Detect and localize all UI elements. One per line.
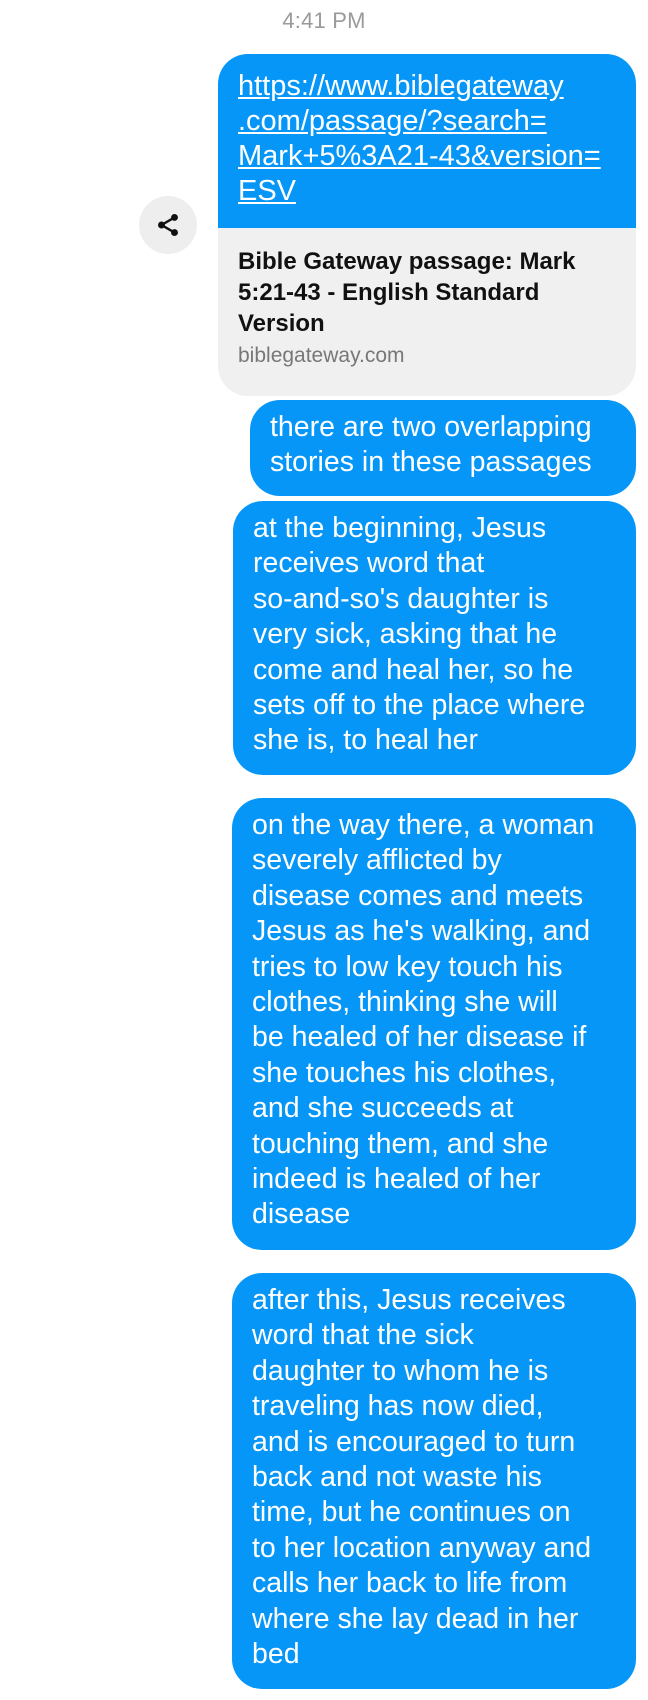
message-timestamp: 4:41 PM [282, 8, 366, 33]
share-button[interactable] [139, 196, 197, 254]
link-url-section[interactable]: https://www.biblegateway .com/passage/?s… [218, 54, 636, 228]
link-preview-domain: biblegateway.com [238, 344, 405, 367]
link-preview-card[interactable]: Bible Gateway passage: Mark 5:21-43 - En… [218, 228, 636, 371]
link-preview-message[interactable]: https://www.biblegateway .com/passage/?s… [218, 54, 636, 396]
message-bubble[interactable]: at the beginning, Jesus receives word th… [233, 501, 636, 775]
link-url[interactable]: https://www.biblegateway .com/passage/?s… [238, 69, 618, 209]
message-bubble[interactable]: after this, Jesus receives word that the… [232, 1273, 636, 1689]
message-bubble[interactable]: on the way there, a woman severely affli… [232, 798, 636, 1250]
share-icon [158, 213, 178, 237]
link-preview-title: Bible Gateway passage: Mark 5:21-43 - En… [238, 248, 576, 337]
message-bubble[interactable]: there are two overlapping stories in the… [250, 400, 636, 496]
